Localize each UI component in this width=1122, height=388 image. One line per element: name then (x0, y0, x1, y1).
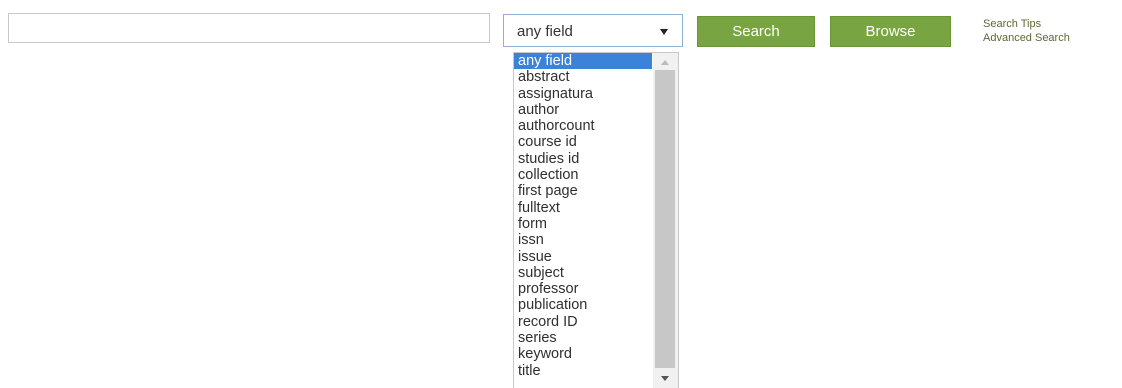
scroll-up-icon[interactable] (661, 60, 669, 65)
option-issn[interactable]: issn (514, 232, 652, 248)
option-title[interactable]: title (514, 363, 652, 379)
option-collection[interactable]: collection (514, 167, 652, 183)
option-course-id[interactable]: course id (514, 134, 652, 150)
option-list: any field abstract assignatura author au… (514, 53, 652, 379)
field-select-value: any field (517, 23, 573, 40)
option-keyword[interactable]: keyword (514, 346, 652, 362)
caret-down-icon (660, 29, 668, 35)
option-professor[interactable]: professor (514, 281, 652, 297)
option-first-page[interactable]: first page (514, 183, 652, 199)
search-links: Search Tips Advanced Search (983, 17, 1070, 45)
dropdown-scrollbar[interactable] (653, 53, 678, 388)
option-abstract[interactable]: abstract (514, 69, 652, 85)
option-subject[interactable]: subject (514, 265, 652, 281)
field-dropdown-list: any field abstract assignatura author au… (513, 52, 679, 388)
field-select[interactable]: any field (503, 14, 683, 47)
option-publication[interactable]: publication (514, 297, 652, 313)
option-authorcount[interactable]: authorcount (514, 118, 652, 134)
option-record-id[interactable]: record ID (514, 314, 652, 330)
search-input[interactable] (8, 13, 490, 43)
advanced-search-link[interactable]: Advanced Search (983, 31, 1070, 45)
scroll-thumb[interactable] (655, 70, 675, 368)
option-form[interactable]: form (514, 216, 652, 232)
option-series[interactable]: series (514, 330, 652, 346)
option-fulltext[interactable]: fulltext (514, 200, 652, 216)
option-any-field[interactable]: any field (514, 53, 652, 70)
search-button[interactable]: Search (697, 16, 815, 47)
browse-button[interactable]: Browse (830, 16, 951, 47)
search-tips-link[interactable]: Search Tips (983, 17, 1070, 31)
option-issue[interactable]: issue (514, 249, 652, 265)
scroll-down-icon[interactable] (661, 376, 669, 381)
option-assignatura[interactable]: assignatura (514, 86, 652, 102)
option-author[interactable]: author (514, 102, 652, 118)
option-studies-id[interactable]: studies id (514, 151, 652, 167)
